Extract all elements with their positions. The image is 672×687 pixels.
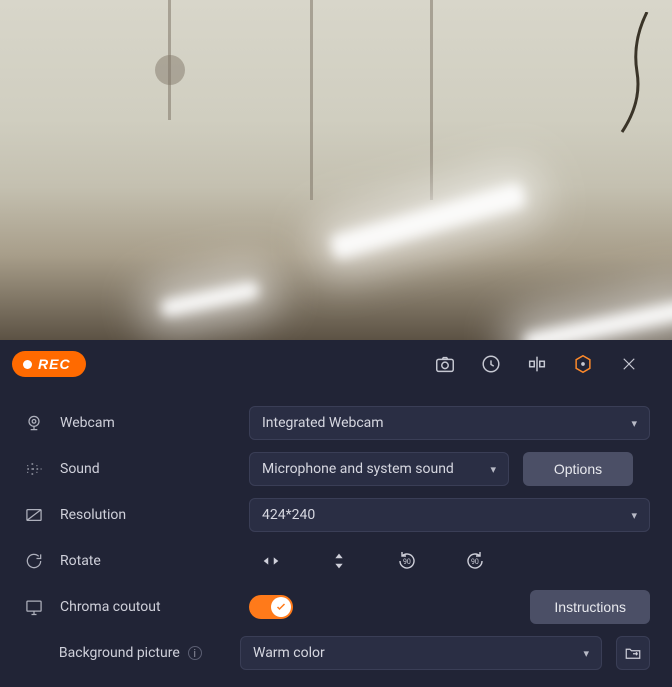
rotate-right-90-button[interactable]: 90 xyxy=(459,545,491,577)
svg-text:90: 90 xyxy=(403,558,411,566)
webcam-select-value: Integrated Webcam xyxy=(262,415,384,431)
chevron-down-icon: ▾ xyxy=(490,463,496,476)
clock-icon xyxy=(480,353,502,375)
background-label: Background picture i xyxy=(59,645,226,661)
webcam-icon xyxy=(22,413,46,433)
resolution-row: Resolution 424*240 ▾ xyxy=(22,492,650,538)
close-icon xyxy=(620,355,638,373)
split-button[interactable] xyxy=(514,340,560,388)
resolution-label: Resolution xyxy=(60,507,235,523)
check-icon xyxy=(275,601,287,613)
background-row: Background picture i Warm color ▾ xyxy=(22,630,650,676)
background-select[interactable]: Warm color ▾ xyxy=(240,636,602,670)
instructions-button[interactable]: Instructions xyxy=(530,590,650,624)
pipe-decor xyxy=(310,0,313,200)
light-decor xyxy=(159,280,261,318)
browse-background-button[interactable] xyxy=(616,636,650,670)
webcam-select[interactable]: Integrated Webcam ▾ xyxy=(249,406,650,440)
pipe-decor xyxy=(430,0,433,200)
chevron-down-icon: ▾ xyxy=(631,417,637,430)
toolbar: REC xyxy=(0,340,672,388)
flip-horizontal-icon xyxy=(260,550,282,572)
rotate-right-90-icon: 90 xyxy=(463,549,487,573)
background-select-value: Warm color xyxy=(253,645,325,661)
webcam-preview xyxy=(0,0,672,340)
chroma-label: Chroma coutout xyxy=(60,599,235,615)
sound-row: Sound Microphone and system sound ▾ Opti… xyxy=(22,446,650,492)
info-icon[interactable]: i xyxy=(188,646,202,660)
snapshot-button[interactable] xyxy=(422,340,468,388)
hex-target-icon xyxy=(572,353,594,375)
controls-panel: REC Webcam Integrated Webcam xyxy=(0,340,672,687)
chroma-toggle[interactable] xyxy=(249,595,293,619)
webcam-label: Webcam xyxy=(60,415,235,431)
chroma-row: Chroma coutout Instructions xyxy=(22,584,650,630)
rotate-icon xyxy=(22,551,46,571)
record-dot-icon xyxy=(23,360,32,369)
flip-vertical-button[interactable] xyxy=(323,545,355,577)
toggle-knob xyxy=(271,597,291,617)
record-button[interactable]: REC xyxy=(12,351,86,377)
camera-icon xyxy=(434,353,456,375)
chroma-icon xyxy=(22,597,46,617)
settings-button[interactable] xyxy=(560,340,606,388)
webcam-row: Webcam Integrated Webcam ▾ xyxy=(22,400,650,446)
flip-horizontal-button[interactable] xyxy=(255,545,287,577)
sound-icon xyxy=(22,459,46,479)
resolution-select-value: 424*240 xyxy=(262,507,315,523)
svg-text:90: 90 xyxy=(471,558,479,566)
resolution-icon xyxy=(22,505,46,525)
sound-select[interactable]: Microphone and system sound ▾ xyxy=(249,452,509,486)
crack-decor xyxy=(592,12,652,152)
resolution-select[interactable]: 424*240 ▾ xyxy=(249,498,650,532)
light-decor xyxy=(522,299,672,340)
rotate-label: Rotate xyxy=(60,553,235,569)
record-label: REC xyxy=(38,356,71,372)
light-decor xyxy=(328,181,527,261)
ceiling-dome-decor xyxy=(155,55,185,85)
chevron-down-icon: ▾ xyxy=(631,509,637,522)
rotate-row: Rotate 90 90 xyxy=(22,538,650,584)
background-label-text: Background picture xyxy=(59,645,180,661)
rotate-left-90-icon: 90 xyxy=(395,549,419,573)
schedule-button[interactable] xyxy=(468,340,514,388)
close-button[interactable] xyxy=(606,340,652,388)
sound-select-value: Microphone and system sound xyxy=(262,461,454,477)
align-center-icon xyxy=(526,353,548,375)
sound-label: Sound xyxy=(60,461,235,477)
chevron-down-icon: ▾ xyxy=(583,647,589,660)
flip-vertical-icon xyxy=(328,550,350,572)
folder-arrow-icon xyxy=(624,644,642,662)
rotate-left-90-button[interactable]: 90 xyxy=(391,545,423,577)
options-button[interactable]: Options xyxy=(523,452,633,486)
